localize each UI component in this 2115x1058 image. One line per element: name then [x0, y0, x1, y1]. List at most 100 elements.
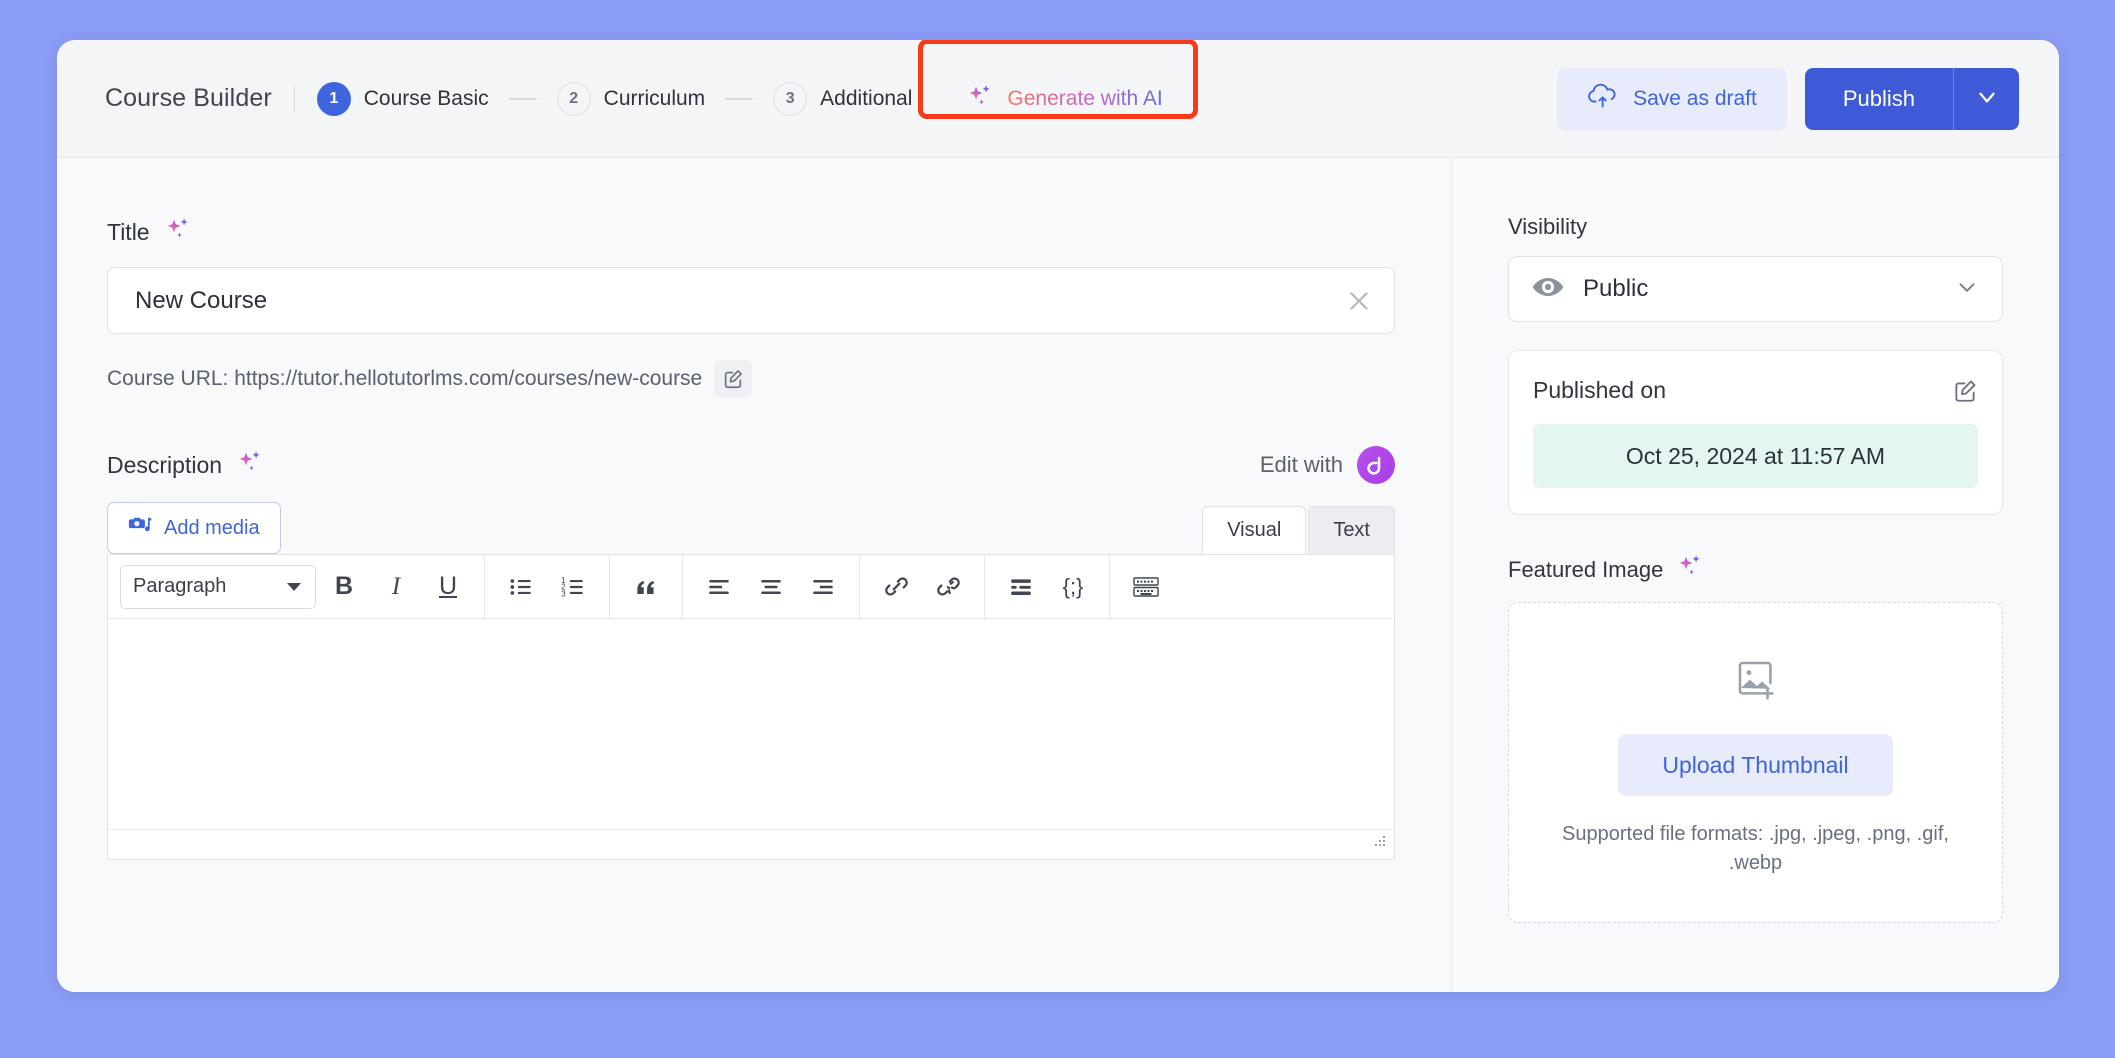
editor-footer [108, 829, 1394, 859]
published-date-value[interactable]: Oct 25, 2024 at 11:57 AM [1533, 424, 1978, 488]
step-curriculum[interactable]: 2 Curriculum [556, 81, 706, 116]
close-icon[interactable] [1344, 286, 1374, 316]
toolbar-group-align [683, 555, 860, 618]
media-camera-icon [128, 514, 152, 542]
course-builder-window: Course Builder 1 Course Basic 2 Curricul… [57, 40, 2059, 992]
format-select[interactable]: Paragraph [120, 564, 316, 609]
save-as-draft-label: Save as draft [1633, 86, 1757, 110]
generate-with-ai-wrap: Generate with AI [918, 40, 1199, 120]
add-media-label: Add media [164, 516, 260, 539]
tab-visual[interactable]: Visual [1202, 506, 1307, 554]
svg-text:3: 3 [561, 589, 566, 598]
sparkle-icon[interactable] [164, 216, 192, 249]
toolbar-group-format: Paragraph B I U [108, 555, 485, 618]
edit-pencil-icon[interactable] [714, 360, 753, 398]
step-1-badge: 1 [316, 81, 351, 116]
read-more-icon[interactable] [997, 563, 1045, 611]
publish-button-group: Publish [1804, 67, 2019, 130]
blockquote-icon[interactable] [622, 563, 670, 611]
tab-text[interactable]: Text [1308, 506, 1395, 554]
toolbar-group-lists: 1 2 3 [485, 555, 610, 618]
align-center-icon[interactable] [747, 563, 795, 611]
cloud-upload-icon [1587, 82, 1619, 116]
add-media-button[interactable]: Add media [107, 502, 281, 554]
sparkle-icon [966, 83, 994, 114]
toolbar-group-link [860, 555, 985, 618]
step-separator [508, 97, 537, 100]
description-label: Description [107, 451, 223, 478]
step-3-label: Additional [820, 86, 913, 110]
published-on-title: Published on [1533, 377, 1666, 403]
editor-mode-tabs: Visual Text [1202, 506, 1395, 554]
generate-with-ai-button[interactable]: Generate with AI [964, 77, 1164, 120]
insert-link-icon[interactable] [872, 563, 920, 611]
edit-with-label: Edit with [1259, 452, 1343, 477]
main-column: Title New Course Course URL: https://tut… [57, 158, 1452, 992]
featured-image-dropzone[interactable]: Upload Thumbnail Supported file formats:… [1508, 602, 2003, 923]
align-right-icon[interactable] [799, 563, 847, 611]
supported-formats-text: Supported file formats: .jpg, .jpeg, .pn… [1562, 823, 1949, 874]
app-header: Course Builder 1 Course Basic 2 Curricul… [57, 40, 2059, 158]
course-url-row: Course URL: https://tutor.hellotutorlms.… [107, 360, 1395, 398]
editor-toolbar: Paragraph B I U 1 2 3 {;} [108, 555, 1394, 619]
featured-image-label-row: Featured Image [1508, 553, 2003, 586]
sparkle-icon[interactable] [236, 449, 264, 482]
step-additional[interactable]: 3 Additional [773, 81, 913, 116]
title-label-row: Title [107, 216, 1395, 249]
edit-pencil-icon[interactable] [1952, 378, 1978, 404]
generate-with-ai-label: Generate with AI [1007, 86, 1163, 110]
sparkle-icon[interactable] [1676, 553, 1704, 586]
resize-handle-icon[interactable] [1370, 834, 1388, 855]
step-2-badge: 2 [556, 81, 591, 116]
visibility-select[interactable]: Public [1508, 256, 2003, 322]
step-separator [725, 97, 754, 100]
course-url-text: Course URL: https://tutor.hellotutorlms.… [107, 367, 703, 390]
edit-with-button[interactable]: Edit with [1260, 446, 1395, 484]
bold-icon[interactable]: B [320, 563, 368, 611]
chevron-down-icon [1974, 84, 2000, 113]
description-editor: Paragraph B I U 1 2 3 {;} [107, 554, 1395, 860]
droip-logo-icon [1357, 446, 1395, 484]
builder-body: Title New Course Course URL: https://tut… [57, 158, 2059, 992]
publish-button[interactable]: Publish [1804, 67, 1953, 130]
remove-link-icon[interactable] [924, 563, 972, 611]
step-wizard: 1 Course Basic 2 Curriculum 3 Additional [316, 81, 913, 116]
underline-icon[interactable]: U [424, 563, 472, 611]
chevron-down-icon [1954, 274, 1980, 305]
description-textarea[interactable] [108, 619, 1394, 829]
header-actions: Save as draft Publish [1557, 67, 2019, 130]
featured-image-label: Featured Image [1508, 556, 1664, 582]
toolbar-group-keyboard [1110, 555, 1182, 618]
step-3-badge: 3 [773, 81, 808, 116]
eye-icon [1531, 274, 1565, 305]
publish-dropdown-button[interactable] [1953, 67, 2019, 130]
bulleted-list-icon[interactable] [497, 563, 545, 611]
source-code-icon[interactable]: {;} [1049, 563, 1097, 611]
upload-thumbnail-button[interactable]: Upload Thumbnail [1618, 734, 1893, 796]
toggle-toolbar-icon[interactable] [1122, 563, 1170, 611]
page-title: Course Builder [105, 84, 272, 112]
italic-icon[interactable]: I [372, 563, 420, 611]
editor-top-bar: Add media Visual Text [107, 502, 1395, 554]
visibility-value: Public [1583, 275, 1649, 302]
source-code-glyph: {;} [1062, 573, 1084, 599]
align-left-icon[interactable] [695, 563, 743, 611]
step-1-label: Course Basic [363, 86, 489, 110]
published-on-card: Published on Oct 25, 2024 at 11:57 AM [1508, 350, 2003, 515]
title-input-wrap [107, 267, 1395, 334]
image-add-icon [1732, 661, 1780, 707]
title-label: Title [107, 219, 150, 245]
caret-down-icon [287, 575, 301, 598]
step-2-label: Curriculum [603, 86, 706, 110]
format-select-value: Paragraph [133, 575, 227, 597]
title-input[interactable] [135, 286, 1338, 315]
toolbar-group-insert: {;} [985, 555, 1110, 618]
step-course-basic[interactable]: 1 Course Basic [316, 81, 489, 116]
description-header: Description Edit with [107, 446, 1395, 484]
save-as-draft-button[interactable]: Save as draft [1557, 67, 1787, 130]
featured-image-section: Featured Image Upload Thumbnail Supporte… [1508, 553, 2003, 923]
sidebar-column: Visibility Public Published on Oct 25, 2… [1452, 158, 2059, 992]
numbered-list-icon[interactable]: 1 2 3 [549, 563, 597, 611]
toolbar-group-quote [610, 555, 683, 618]
header-divider [293, 85, 295, 112]
